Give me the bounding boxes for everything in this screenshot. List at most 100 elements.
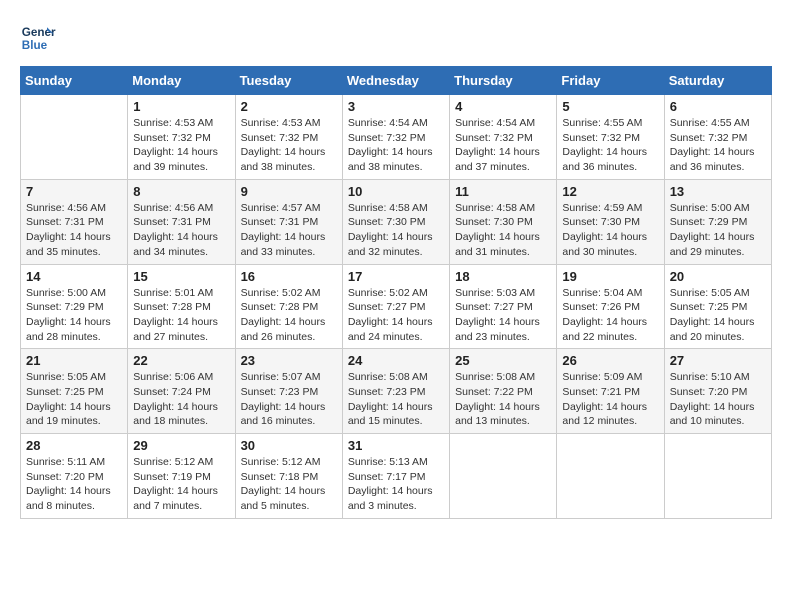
day-number: 5 [562,99,658,114]
day-number: 17 [348,269,444,284]
weekday-header-thursday: Thursday [450,67,557,95]
day-info: Sunrise: 5:01 AM Sunset: 7:28 PM Dayligh… [133,286,229,345]
calendar-cell: 3Sunrise: 4:54 AM Sunset: 7:32 PM Daylig… [342,95,449,180]
day-info: Sunrise: 4:59 AM Sunset: 7:30 PM Dayligh… [562,201,658,260]
calendar-cell [21,95,128,180]
day-number: 22 [133,353,229,368]
calendar-cell: 23 Sunrise: 5:07 AM Sunset: 7:23 PM Dayli… [235,349,342,434]
calendar-cell [664,434,771,519]
day-info: Sunrise: 5:08 AM Sunset: 7:22 PM Dayligh… [455,370,551,429]
day-number: 24 [348,353,444,368]
day-number: 10 [348,184,444,199]
day-number: 6 [670,99,766,114]
day-info: Sunrise: 5:08 AM Sunset: 7:23 PM Dayligh… [348,370,444,429]
weekday-header-monday: Monday [128,67,235,95]
calendar-cell: 5Sunrise: 4:55 AM Sunset: 7:32 PM Daylig… [557,95,664,180]
day-number: 25 [455,353,551,368]
calendar-week-row: 1 Sunrise: 4:53 AM Sunset: 7:32 PM Daylig… [21,95,772,180]
day-info: Sunrise: 5:10 AM Sunset: 7:20 PM Dayligh… [670,370,766,429]
calendar-cell: 16Sunrise: 5:02 AM Sunset: 7:28 PM Dayli… [235,264,342,349]
day-number: 4 [455,99,551,114]
svg-text:Blue: Blue [22,39,48,52]
weekday-header-sunday: Sunday [21,67,128,95]
calendar-cell: 2 Sunrise: 4:53 AM Sunset: 7:32 PM Daylig… [235,95,342,180]
day-number: 21 [26,353,122,368]
day-number: 9 [241,184,337,199]
day-info: Sunrise: 5:12 AM Sunset: 7:18 PM Dayligh… [241,455,337,514]
day-info: Sunrise: 5:12 AM Sunset: 7:19 PM Dayligh… [133,455,229,514]
calendar-cell: 11 Sunrise: 4:58 AM Sunset: 7:30 PM Dayli… [450,179,557,264]
calendar-cell: 29 Sunrise: 5:12 AM Sunset: 7:19 PM Dayli… [128,434,235,519]
calendar-cell: 24 Sunrise: 5:08 AM Sunset: 7:23 PM Dayli… [342,349,449,434]
calendar-week-row: 7 Sunrise: 4:56 AM Sunset: 7:31 PM Daylig… [21,179,772,264]
day-info: Sunrise: 5:03 AM Sunset: 7:27 PM Dayligh… [455,286,551,345]
calendar-cell: 25 Sunrise: 5:08 AM Sunset: 7:22 PM Dayli… [450,349,557,434]
day-number: 15 [133,269,229,284]
calendar-cell: 19 Sunrise: 5:04 AM Sunset: 7:26 PM Dayli… [557,264,664,349]
day-info: Sunrise: 4:56 AM Sunset: 7:31 PM Dayligh… [26,201,122,260]
day-number: 27 [670,353,766,368]
day-info: Sunrise: 4:57 AM Sunset: 7:31 PM Dayligh… [241,201,337,260]
calendar-cell: 10Sunrise: 4:58 AM Sunset: 7:30 PM Dayli… [342,179,449,264]
day-number: 1 [133,99,229,114]
calendar-cell: 20 Sunrise: 5:05 AM Sunset: 7:25 PM Dayli… [664,264,771,349]
weekday-header-tuesday: Tuesday [235,67,342,95]
calendar-cell: 17Sunrise: 5:02 AM Sunset: 7:27 PM Dayli… [342,264,449,349]
weekday-header-wednesday: Wednesday [342,67,449,95]
day-info: Sunrise: 5:02 AM Sunset: 7:28 PM Dayligh… [241,286,337,345]
day-number: 13 [670,184,766,199]
day-number: 8 [133,184,229,199]
calendar-cell: 18 Sunrise: 5:03 AM Sunset: 7:27 PM Dayli… [450,264,557,349]
day-number: 26 [562,353,658,368]
weekday-header-friday: Friday [557,67,664,95]
calendar-cell [557,434,664,519]
calendar-cell: 12 Sunrise: 4:59 AM Sunset: 7:30 PM Dayli… [557,179,664,264]
day-number: 20 [670,269,766,284]
calendar-cell: 30 Sunrise: 5:12 AM Sunset: 7:18 PM Dayli… [235,434,342,519]
day-number: 7 [26,184,122,199]
calendar-cell: 26 Sunrise: 5:09 AM Sunset: 7:21 PM Dayli… [557,349,664,434]
day-number: 23 [241,353,337,368]
calendar-cell: 13 Sunrise: 5:00 AM Sunset: 7:29 PM Dayli… [664,179,771,264]
logo: General Blue [20,20,56,56]
day-info: Sunrise: 5:00 AM Sunset: 7:29 PM Dayligh… [26,286,122,345]
calendar-cell: 21Sunrise: 5:05 AM Sunset: 7:25 PM Dayli… [21,349,128,434]
day-number: 12 [562,184,658,199]
calendar-cell: 31Sunrise: 5:13 AM Sunset: 7:17 PM Dayli… [342,434,449,519]
day-number: 18 [455,269,551,284]
day-number: 28 [26,438,122,453]
day-number: 14 [26,269,122,284]
day-info: Sunrise: 5:07 AM Sunset: 7:23 PM Dayligh… [241,370,337,429]
day-info: Sunrise: 4:54 AM Sunset: 7:32 PM Dayligh… [348,116,444,175]
calendar-cell: 14 Sunrise: 5:00 AM Sunset: 7:29 PM Dayli… [21,264,128,349]
day-info: Sunrise: 4:55 AM Sunset: 7:32 PM Dayligh… [670,116,766,175]
day-info: Sunrise: 5:06 AM Sunset: 7:24 PM Dayligh… [133,370,229,429]
page-header: General Blue [20,20,772,56]
day-info: Sunrise: 4:56 AM Sunset: 7:31 PM Dayligh… [133,201,229,260]
day-number: 19 [562,269,658,284]
day-number: 30 [241,438,337,453]
day-info: Sunrise: 5:00 AM Sunset: 7:29 PM Dayligh… [670,201,766,260]
day-info: Sunrise: 5:09 AM Sunset: 7:21 PM Dayligh… [562,370,658,429]
calendar-week-row: 14 Sunrise: 5:00 AM Sunset: 7:29 PM Dayli… [21,264,772,349]
calendar-cell: 7 Sunrise: 4:56 AM Sunset: 7:31 PM Daylig… [21,179,128,264]
day-info: Sunrise: 5:05 AM Sunset: 7:25 PM Dayligh… [670,286,766,345]
calendar-cell: 27 Sunrise: 5:10 AM Sunset: 7:20 PM Dayli… [664,349,771,434]
day-info: Sunrise: 4:58 AM Sunset: 7:30 PM Dayligh… [455,201,551,260]
calendar-cell: 15 Sunrise: 5:01 AM Sunset: 7:28 PM Dayli… [128,264,235,349]
weekday-header-row: SundayMondayTuesdayWednesdayThursdayFrid… [21,67,772,95]
calendar-week-row: 21Sunrise: 5:05 AM Sunset: 7:25 PM Dayli… [21,349,772,434]
day-number: 2 [241,99,337,114]
logo-icon: General Blue [20,20,56,56]
calendar-cell: 6 Sunrise: 4:55 AM Sunset: 7:32 PM Daylig… [664,95,771,180]
day-number: 11 [455,184,551,199]
day-info: Sunrise: 4:54 AM Sunset: 7:32 PM Dayligh… [455,116,551,175]
calendar-cell: 28Sunrise: 5:11 AM Sunset: 7:20 PM Dayli… [21,434,128,519]
day-info: Sunrise: 5:04 AM Sunset: 7:26 PM Dayligh… [562,286,658,345]
day-number: 31 [348,438,444,453]
day-number: 29 [133,438,229,453]
day-info: Sunrise: 4:53 AM Sunset: 7:32 PM Dayligh… [241,116,337,175]
weekday-header-saturday: Saturday [664,67,771,95]
calendar-cell: 4 Sunrise: 4:54 AM Sunset: 7:32 PM Daylig… [450,95,557,180]
calendar-table: SundayMondayTuesdayWednesdayThursdayFrid… [20,66,772,519]
